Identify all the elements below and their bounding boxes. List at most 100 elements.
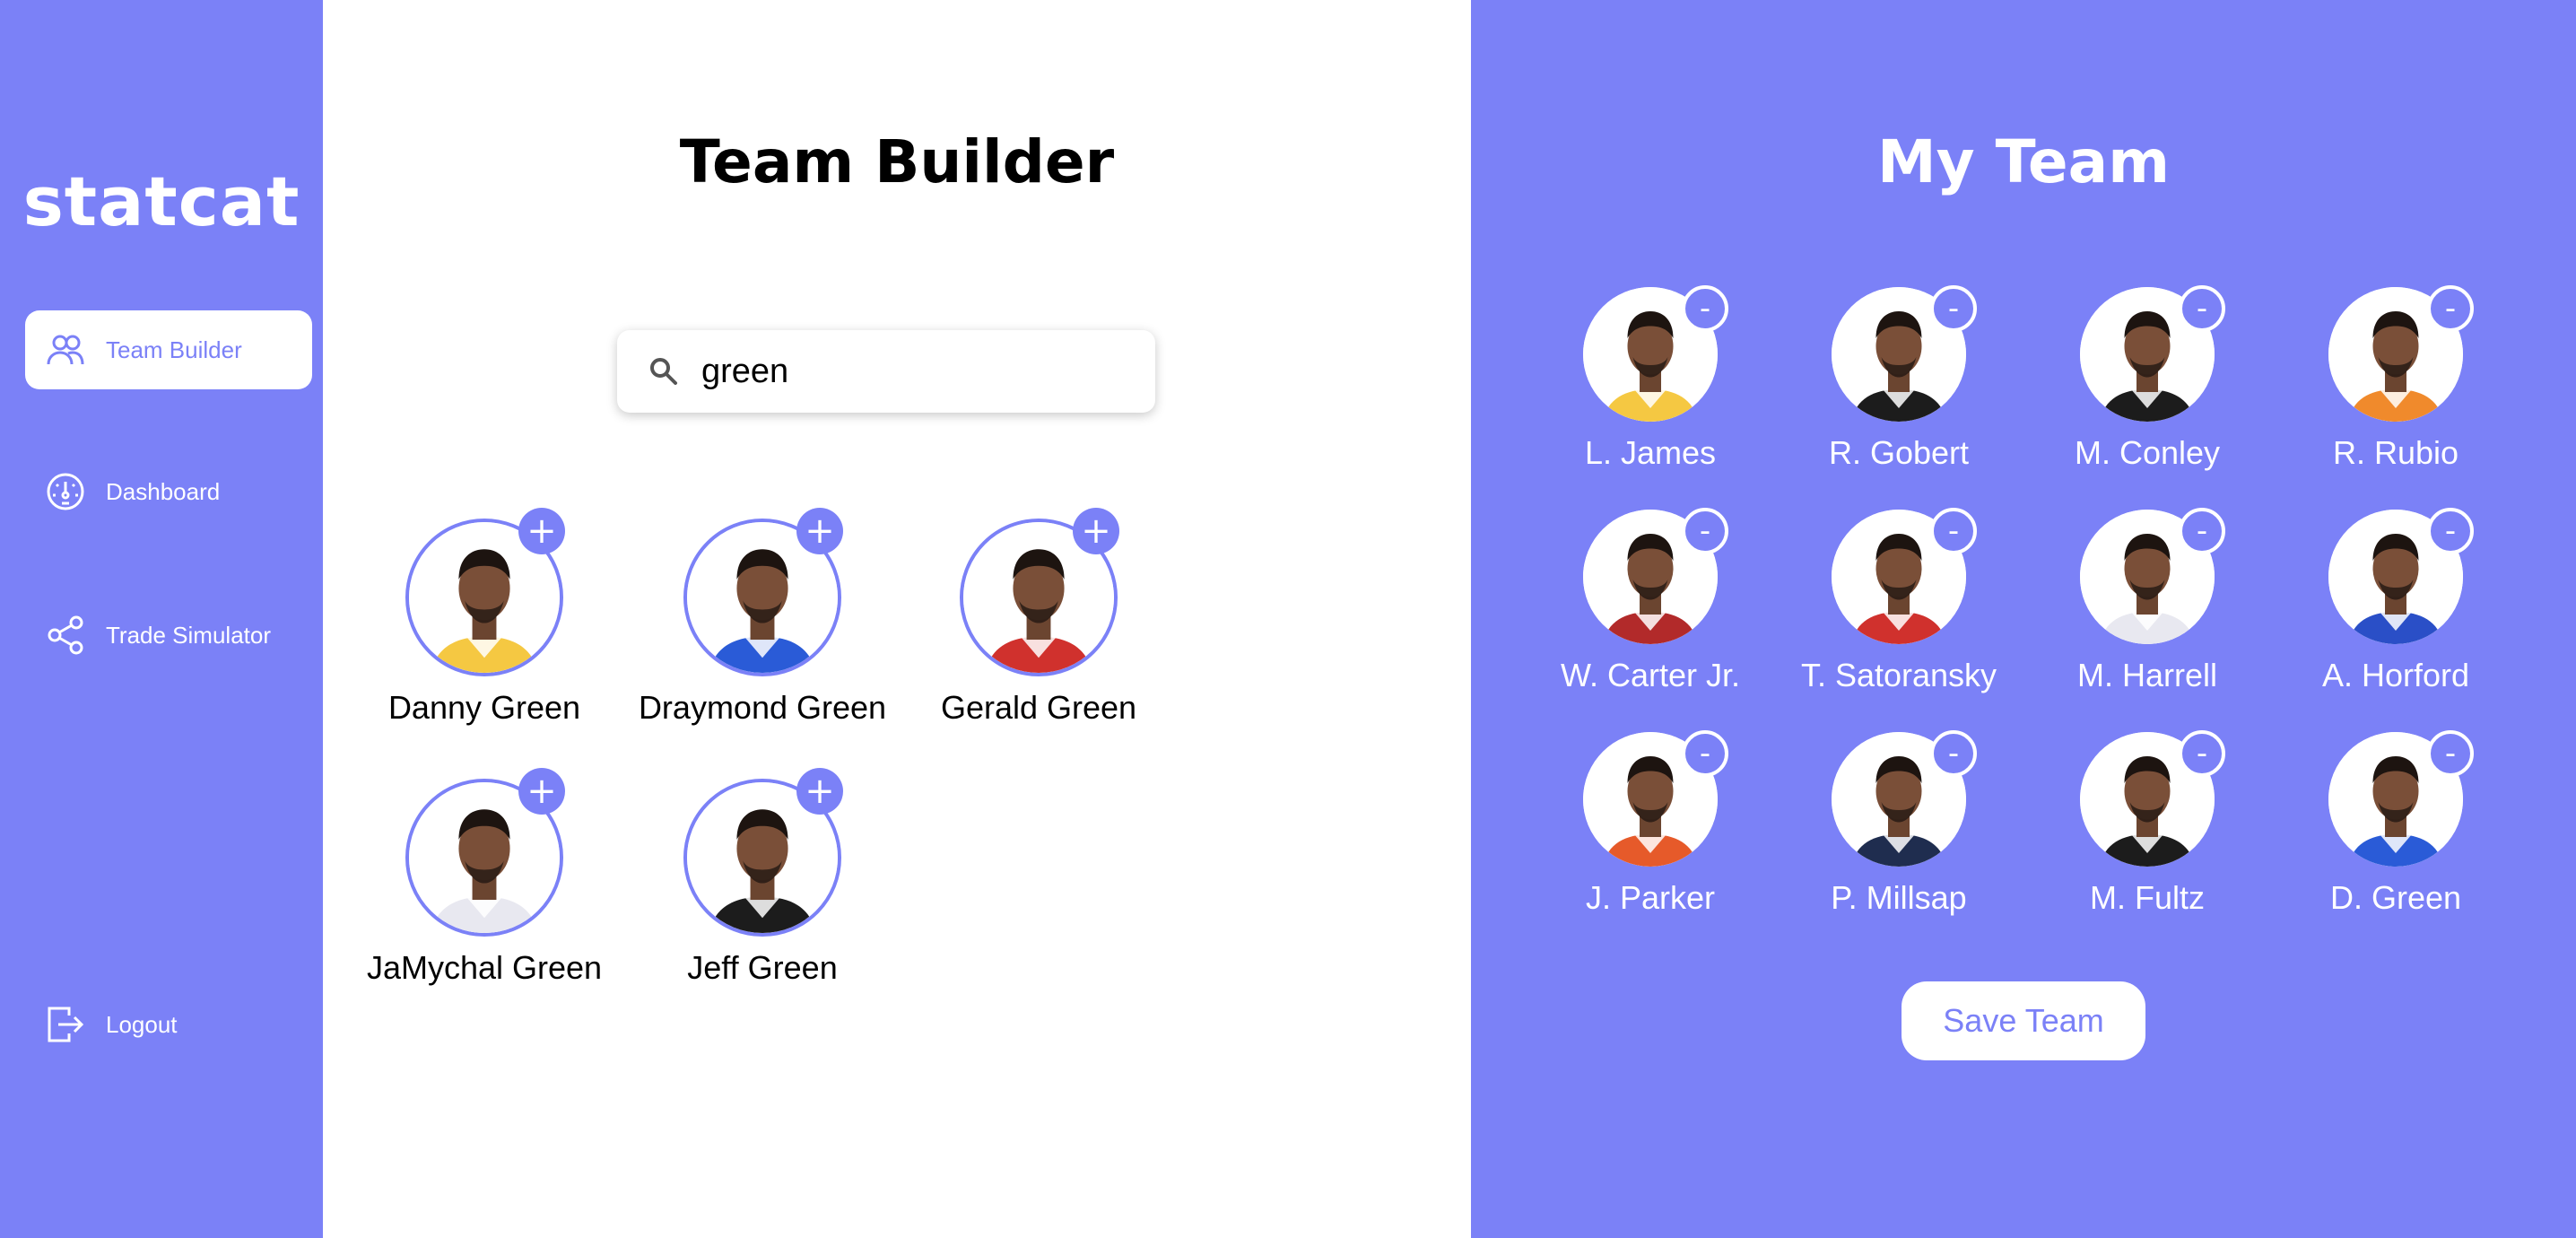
avatar-wrap: - bbox=[2328, 730, 2474, 867]
plus-icon: + bbox=[805, 510, 835, 552]
avatar-wrap: - bbox=[2328, 285, 2474, 422]
avatar-wrap: - bbox=[1583, 508, 1728, 644]
minus-icon: - bbox=[1947, 736, 1960, 772]
player-result-card[interactable]: + Danny Green bbox=[350, 508, 619, 727]
team-player-card[interactable]: - P. Millsap bbox=[1791, 730, 2006, 917]
add-player-button[interactable]: + bbox=[1073, 508, 1119, 554]
plus-icon: + bbox=[527, 771, 557, 812]
minus-icon: - bbox=[2444, 513, 2457, 549]
remove-player-button[interactable]: - bbox=[1682, 285, 1728, 332]
team-player-card[interactable]: - M. Fultz bbox=[2040, 730, 2255, 917]
remove-player-button[interactable]: - bbox=[1930, 285, 1977, 332]
app-logo: statcat bbox=[22, 161, 300, 241]
add-player-button[interactable]: + bbox=[518, 768, 565, 815]
avatar-wrap: - bbox=[1583, 285, 1728, 422]
player-name: Gerald Green bbox=[940, 689, 1137, 726]
remove-player-button[interactable]: - bbox=[1930, 508, 1977, 554]
add-player-button[interactable]: + bbox=[796, 508, 843, 554]
page-title: Team Builder bbox=[679, 127, 1115, 196]
team-player-card[interactable]: - A. Horford bbox=[2288, 508, 2503, 694]
remove-player-button[interactable]: - bbox=[1682, 508, 1728, 554]
remove-player-button[interactable]: - bbox=[1930, 730, 1977, 777]
search-bar[interactable] bbox=[617, 330, 1155, 413]
avatar-wrap: + bbox=[683, 768, 843, 937]
minus-icon: - bbox=[2444, 736, 2457, 772]
save-team-button[interactable]: Save Team bbox=[1902, 981, 2145, 1060]
player-name: M. Fultz bbox=[2089, 879, 2205, 916]
player-name: M. Harrell bbox=[2076, 657, 2217, 693]
remove-player-button[interactable]: - bbox=[1682, 730, 1728, 777]
player-name: W. Carter Jr. bbox=[1560, 657, 1741, 693]
avatar-wrap: + bbox=[405, 768, 565, 937]
minus-icon: - bbox=[1947, 513, 1960, 549]
player-result-card[interactable]: + Jeff Green bbox=[628, 768, 897, 987]
add-player-button[interactable]: + bbox=[518, 508, 565, 554]
minus-icon: - bbox=[1699, 291, 1711, 327]
avatar-wrap: - bbox=[1583, 730, 1728, 867]
team-player-card[interactable]: - T. Satoransky bbox=[1791, 508, 2006, 694]
plus-icon: + bbox=[1081, 510, 1111, 552]
avatar-wrap: - bbox=[1832, 285, 1977, 422]
nav-team-builder[interactable]: Team Builder bbox=[25, 310, 312, 389]
team-player-card[interactable]: - L. James bbox=[1543, 285, 1758, 472]
player-name: JaMychal Green bbox=[366, 949, 603, 986]
logout-icon bbox=[25, 985, 106, 1064]
users-icon bbox=[25, 310, 106, 389]
remove-player-button[interactable]: - bbox=[2427, 285, 2474, 332]
add-player-button[interactable]: + bbox=[796, 768, 843, 815]
team-player-card[interactable]: - J. Parker bbox=[1543, 730, 1758, 917]
team-builder-panel: Team Builder + Danny Green bbox=[323, 0, 1471, 1238]
avatar-wrap: - bbox=[1832, 508, 1977, 644]
minus-icon: - bbox=[1947, 291, 1960, 327]
team-title: My Team bbox=[1876, 127, 2170, 196]
nav-label: Team Builder bbox=[106, 336, 242, 363]
player-name: Draymond Green bbox=[638, 689, 887, 726]
avatar-wrap: + bbox=[960, 508, 1119, 676]
player-name: J. Parker bbox=[1585, 879, 1716, 916]
player-result-card[interactable]: + JaMychal Green bbox=[350, 768, 619, 987]
share-icon bbox=[25, 596, 106, 675]
player-name: T. Satoransky bbox=[1800, 657, 1997, 693]
team-player-card[interactable]: - M. Conley bbox=[2040, 285, 2255, 472]
avatar-wrap: - bbox=[2080, 730, 2225, 867]
player-name: R. Gobert bbox=[1828, 434, 1970, 471]
search-input[interactable] bbox=[701, 352, 1132, 391]
nav-label: Dashboard bbox=[106, 477, 221, 505]
nav-label: Trade Simulator bbox=[106, 621, 271, 649]
sidebar: statcat Team Builder Dashboard Trade Sim… bbox=[0, 0, 323, 1238]
minus-icon: - bbox=[2444, 291, 2457, 327]
search-icon bbox=[650, 358, 677, 385]
minus-icon: - bbox=[1699, 513, 1711, 549]
minus-icon: - bbox=[2196, 736, 2208, 772]
player-result-card[interactable]: + Draymond Green bbox=[628, 508, 897, 727]
avatar-wrap: + bbox=[683, 508, 843, 676]
plus-icon: + bbox=[527, 510, 557, 552]
team-player-card[interactable]: - R. Gobert bbox=[1791, 285, 2006, 472]
player-name: L. James bbox=[1584, 434, 1717, 471]
minus-icon: - bbox=[2196, 513, 2208, 549]
player-name: D. Green bbox=[2329, 879, 2462, 916]
player-name: P. Millsap bbox=[1831, 879, 1967, 916]
nav-logout[interactable]: Logout bbox=[25, 985, 312, 1064]
team-player-card[interactable]: - R. Rubio bbox=[2288, 285, 2503, 472]
plus-icon: + bbox=[805, 771, 835, 812]
remove-player-button[interactable]: - bbox=[2427, 730, 2474, 777]
nav-dashboard[interactable]: Dashboard bbox=[25, 452, 312, 531]
player-name: A. Horford bbox=[2321, 657, 2470, 693]
team-player-card[interactable]: - M. Harrell bbox=[2040, 508, 2255, 694]
remove-player-button[interactable]: - bbox=[2179, 285, 2225, 332]
team-player-card[interactable]: - D. Green bbox=[2288, 730, 2503, 917]
team-player-card[interactable]: - W. Carter Jr. bbox=[1543, 508, 1758, 694]
minus-icon: - bbox=[2196, 291, 2208, 327]
avatar-wrap: - bbox=[2080, 285, 2225, 422]
remove-player-button[interactable]: - bbox=[2427, 508, 2474, 554]
remove-player-button[interactable]: - bbox=[2179, 730, 2225, 777]
nav-label: Logout bbox=[106, 1010, 178, 1038]
player-name: Jeff Green bbox=[687, 949, 838, 986]
nav-trade-simulator[interactable]: Trade Simulator bbox=[25, 596, 312, 675]
player-result-card[interactable]: + Gerald Green bbox=[904, 508, 1173, 727]
minus-icon: - bbox=[1699, 736, 1711, 772]
remove-player-button[interactable]: - bbox=[2179, 508, 2225, 554]
gauge-icon bbox=[25, 452, 106, 531]
avatar-wrap: - bbox=[1832, 730, 1977, 867]
